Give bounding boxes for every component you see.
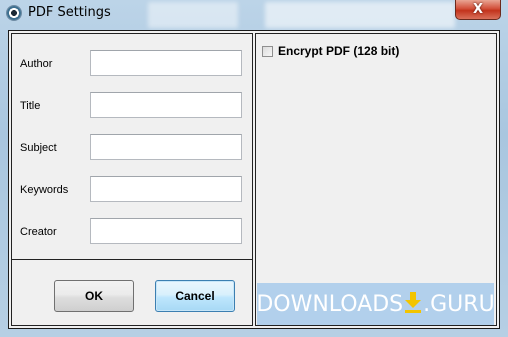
title-input[interactable]: [90, 92, 242, 118]
button-panel: OK Cancel: [11, 259, 253, 326]
encrypt-option[interactable]: Encrypt PDF (128 bit): [262, 44, 399, 58]
title-label: Title: [20, 100, 41, 112]
subject-label: Subject: [20, 142, 57, 154]
metadata-panel: Author Title Subject Keywords Creator: [11, 33, 253, 260]
close-button[interactable]: X: [455, 0, 501, 20]
creator-label: Creator: [20, 226, 57, 238]
close-icon: X: [472, 2, 484, 17]
pdf-settings-window: PDF Settings X Author Title Subject Keyw…: [0, 0, 508, 337]
subject-input[interactable]: [90, 134, 242, 160]
ok-button[interactable]: OK: [54, 280, 134, 312]
app-icon: [7, 6, 21, 20]
window-title: PDF Settings: [28, 5, 111, 20]
creator-input[interactable]: [90, 218, 242, 244]
keywords-label: Keywords: [20, 184, 69, 196]
watermark-text-right: .GURU: [423, 292, 495, 317]
author-input[interactable]: [90, 50, 242, 76]
keywords-input[interactable]: [90, 176, 242, 202]
author-label: Author: [20, 58, 53, 70]
encrypt-label: Encrypt PDF (128 bit): [278, 44, 400, 58]
download-arrow-icon: [404, 291, 422, 313]
title-bar[interactable]: PDF Settings X: [0, 0, 508, 30]
downloads-guru-watermark: DOWNLOADS .GURU: [256, 283, 495, 325]
cancel-button[interactable]: Cancel: [155, 280, 235, 312]
watermark-text-left: DOWNLOADS: [256, 292, 404, 317]
encrypt-checkbox[interactable]: [262, 45, 273, 57]
